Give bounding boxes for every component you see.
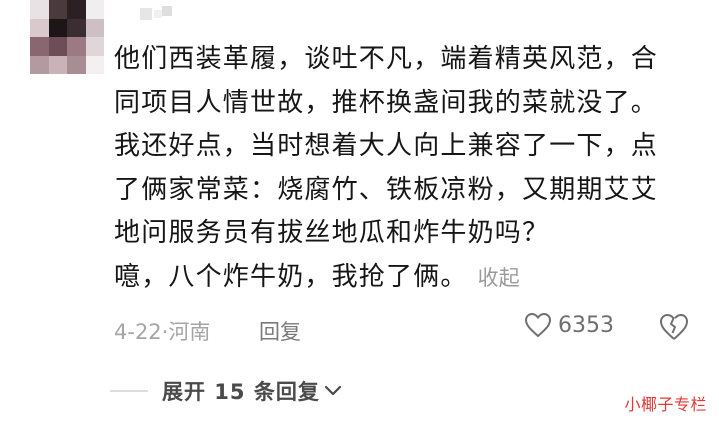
avatar[interactable] <box>30 0 104 74</box>
comment-meta: 4-22·河南 回复 6353 <box>114 312 704 346</box>
like-button[interactable]: 6353 <box>524 312 614 338</box>
comment-line: 同项目人情世故，推杯换盏间我的菜就没了。 <box>114 87 659 118</box>
heart-outline-icon <box>524 312 552 338</box>
comment-line: 地问服务员有拔丝地瓜和炸牛奶吗？ <box>114 218 550 248</box>
comment-text: 他们西装革履，谈吐不凡，端着精英风范，合 同项目人情世故，推杯换盏间我的菜就没了… <box>114 38 704 300</box>
date-location: 4-22·河南 <box>114 320 211 344</box>
watermark: 小椰子专栏 <box>624 395 707 414</box>
comment-line-text: 噫，八个炸牛奶，我抢了俩。 <box>114 261 468 292</box>
expand-replies-button[interactable]: 展开 15 条回复 <box>110 376 342 406</box>
comment-line: 我还好点，当时想着大人向上兼容了一下，点 <box>114 131 659 161</box>
comment-line: 了俩家常菜：烧腐竹、铁板凉粉，又期期艾艾 <box>114 174 659 205</box>
reply-button[interactable]: 回复 <box>259 316 301 346</box>
expand-replies-label: 展开 15 条回复 <box>162 380 320 404</box>
chevron-down-icon <box>324 385 341 396</box>
comment-line-last: 噫，八个炸牛奶，我抢了俩。 收起 <box>114 256 704 301</box>
divider <box>110 390 148 392</box>
broken-heart-icon[interactable] <box>659 313 689 341</box>
like-count: 6353 <box>558 312 614 338</box>
comment-line: 他们西装革履，谈吐不凡，端着精英风范，合 <box>114 44 659 74</box>
dots-icon[interactable] <box>140 2 220 24</box>
collapse-button[interactable]: 收起 <box>478 266 520 290</box>
